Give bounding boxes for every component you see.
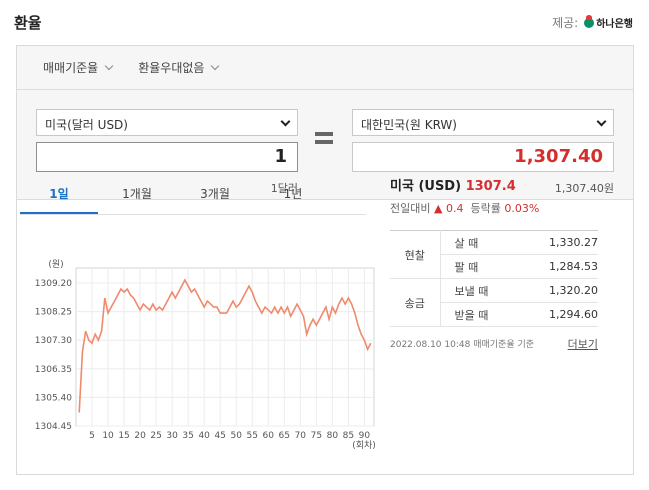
tab-3-months[interactable]: 3개월 (176, 175, 254, 214)
row-label: 받을 때 (440, 302, 519, 327)
x-axis-label: (회차) (352, 439, 376, 451)
provider-name: 하나은행 (596, 19, 633, 30)
preference-dropdown[interactable]: 환율우대없음 (138, 59, 220, 76)
table-row: 현찰 살 때 1,330.27 (390, 230, 598, 279)
y-tick-label: 1304.45 (35, 422, 72, 432)
provider-label: 제공: (552, 16, 579, 30)
x-tick-label: 20 (134, 431, 146, 441)
plot-area (75, 267, 375, 427)
from-amount-input[interactable]: 1 (36, 142, 298, 172)
x-tick-label: 55 (247, 431, 258, 441)
y-tick-label: 1305.40 (35, 393, 72, 403)
currency-name: 미국 (USD) (390, 179, 462, 194)
x-tick-label: 70 (295, 431, 307, 441)
x-tick-label: 50 (230, 431, 242, 441)
rate-info: 미국 (USD) 1307.4 전일대비 ▲ 0.4 등락률 0.03% 현찰 … (390, 175, 598, 352)
x-tick-label: 10 (102, 431, 114, 441)
prev-day-label: 전일대비 (390, 202, 431, 215)
preference-label: 환율우대없음 (138, 61, 205, 75)
rate-change: 전일대비 ▲ 0.4 등락률 0.03% (390, 200, 598, 216)
rate-heading: 미국 (USD) 1307.4 (390, 175, 598, 194)
row-value: 1,330.27 (518, 230, 598, 255)
x-tick-label: 90 (359, 431, 371, 441)
y-tick-label: 1309.20 (35, 279, 72, 289)
chevron-down-icon (211, 61, 220, 71)
pct-value: 0.03% (504, 202, 540, 215)
change-value: 0.4 (445, 202, 464, 215)
hana-bank-logo: 하나은행 (584, 14, 633, 30)
group-cash: 현찰 (390, 230, 441, 279)
group-remit: 송금 (390, 278, 441, 327)
x-tick-label: 5 (89, 431, 95, 441)
provider: 제공: 하나은행 (552, 14, 633, 31)
to-amount-input[interactable]: 1,307.40 (352, 142, 614, 172)
dropdown-arrow-icon (280, 116, 291, 127)
timestamp: 2022.08.10 10:48 (390, 340, 471, 350)
x-tick-label: 15 (118, 431, 129, 441)
exchange-rate-chart: 1309.20 1308.25 1307.30 1306.35 1305.40 1304.… (35, 259, 376, 451)
pct-label: 등락률 (470, 202, 501, 215)
y-tick-label: 1308.25 (35, 308, 72, 318)
period-tabs: 1일 1개월 3개월 1년 (20, 175, 366, 215)
hana-logo-icon (584, 14, 595, 28)
row-value: 1,294.60 (518, 302, 598, 327)
dropdown-arrow-icon (596, 116, 607, 127)
row-label: 보낼 때 (440, 278, 519, 303)
to-currency-label: 대한민국(원 KRW) (361, 118, 457, 132)
tab-1-month[interactable]: 1개월 (98, 175, 176, 214)
x-tick-label: 35 (182, 431, 193, 441)
tab-1-day[interactable]: 1일 (20, 175, 98, 214)
x-tick-label: 75 (311, 431, 322, 441)
table-row: 송금 보낼 때 1,320.20 (390, 278, 598, 327)
rate-table: 현찰 살 때 1,330.27 팔 때 1,284.53 송금 보낼 때 1,3… (390, 230, 598, 327)
x-tick-label: 85 (343, 431, 354, 441)
x-tick-label: 25 (150, 431, 161, 441)
row-value: 1,320.20 (518, 278, 598, 303)
x-tick-label: 30 (166, 431, 178, 441)
row-label: 팔 때 (440, 254, 519, 279)
row-value: 1,284.53 (518, 254, 598, 279)
from-currency-label: 미국(달러 USD) (45, 118, 128, 132)
x-tick-label: 60 (263, 431, 275, 441)
chevron-down-icon (104, 61, 114, 71)
info-footer: 2022.08.10 10:48 매매기준율 기준 더보기 (390, 336, 598, 352)
row-label: 살 때 (440, 230, 519, 255)
more-link[interactable]: 더보기 (568, 336, 598, 352)
filter-bar: 매매기준율 환율우대없음 (17, 46, 633, 90)
up-arrow-icon: ▲ (433, 202, 443, 215)
to-currency-select[interactable]: 대한민국(원 KRW) (352, 109, 614, 136)
x-tick-label: 80 (327, 431, 339, 441)
page-title: 환율 (14, 14, 42, 32)
y-tick-label: 1307.30 (35, 336, 72, 346)
basis-note: 매매기준율 기준 (473, 340, 535, 350)
x-tick-label: 65 (279, 431, 290, 441)
base-rate-dropdown[interactable]: 매매기준율 (43, 59, 114, 76)
base-rate-label: 매매기준율 (43, 61, 99, 75)
from-currency-select[interactable]: 미국(달러 USD) (36, 109, 298, 136)
tab-1-year[interactable]: 1년 (254, 175, 332, 214)
current-rate: 1307.4 (465, 179, 516, 194)
y-axis-label: (원) (48, 259, 63, 270)
x-tick-label: 45 (214, 431, 225, 441)
y-tick-label: 1306.35 (35, 365, 72, 375)
x-tick-label: 40 (198, 431, 210, 441)
equals-icon (315, 132, 333, 148)
